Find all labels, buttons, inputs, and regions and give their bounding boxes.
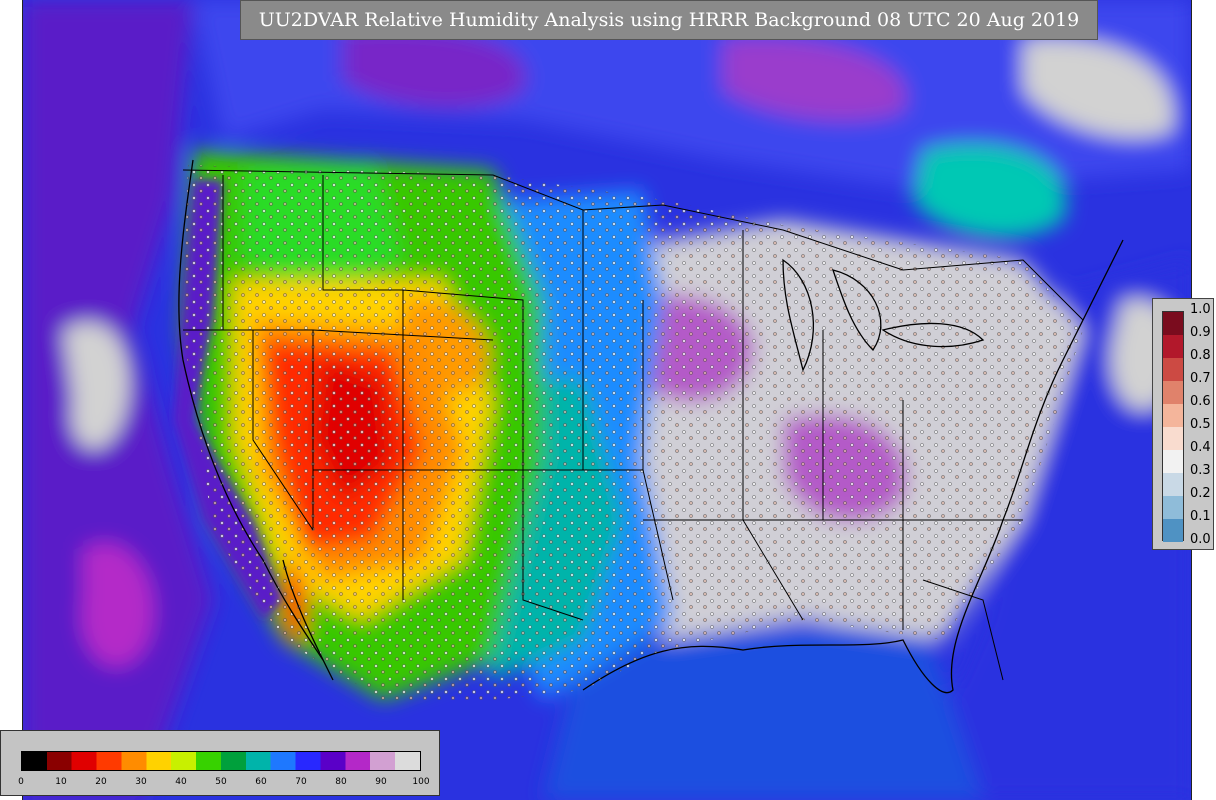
rh-tick: 0 — [18, 777, 24, 787]
increment-swatch — [1163, 496, 1183, 519]
rh-tick: 50 — [215, 777, 227, 787]
increment-tick: 0.6 — [1190, 394, 1211, 409]
rh-tick: 70 — [295, 777, 307, 787]
increment-tick: 0.0 — [1190, 532, 1211, 547]
rh-tick: 20 — [95, 777, 107, 787]
rh-tick: 40 — [175, 777, 187, 787]
map-canvas — [23, 0, 1191, 800]
increment-swatch — [1163, 335, 1183, 358]
increment-legend: 1.0 0.9 0.8 0.7 0.6 0.5 0.4 0.3 0.2 0.1 … — [1152, 298, 1214, 550]
increment-tick: 0.8 — [1190, 348, 1211, 363]
increment-tick: 0.1 — [1190, 509, 1211, 524]
increment-tick: 0.9 — [1190, 325, 1211, 340]
increment-swatches — [1162, 311, 1184, 542]
rh-tick: 10 — [55, 777, 67, 787]
rh-colorbar-gradient — [21, 751, 421, 771]
increment-swatch — [1163, 473, 1183, 496]
increment-swatch — [1163, 450, 1183, 473]
increment-swatch — [1163, 519, 1183, 542]
increment-tick: 0.7 — [1190, 371, 1211, 386]
increment-swatch — [1163, 312, 1183, 335]
rh-colorbar: 0 10 20 30 40 50 60 70 80 90 100 — [0, 730, 440, 796]
increment-tick: 0.3 — [1190, 463, 1211, 478]
increment-swatch — [1163, 404, 1183, 427]
rh-tick: 100 — [412, 777, 430, 787]
rh-tick: 90 — [375, 777, 387, 787]
increment-tick: 0.5 — [1190, 417, 1211, 432]
map-title: UU2DVAR Relative Humidity Analysis using… — [240, 0, 1098, 40]
rh-tick: 80 — [335, 777, 347, 787]
increment-swatch — [1163, 381, 1183, 404]
increment-tick: 0.4 — [1190, 440, 1211, 455]
increment-swatch — [1163, 427, 1183, 450]
rh-tick: 30 — [135, 777, 147, 787]
increment-swatch — [1163, 358, 1183, 381]
rh-analysis-map[interactable] — [22, 0, 1192, 800]
increment-tick: 0.2 — [1190, 486, 1211, 501]
increment-tick: 1.0 — [1190, 302, 1211, 317]
rh-tick: 60 — [255, 777, 267, 787]
